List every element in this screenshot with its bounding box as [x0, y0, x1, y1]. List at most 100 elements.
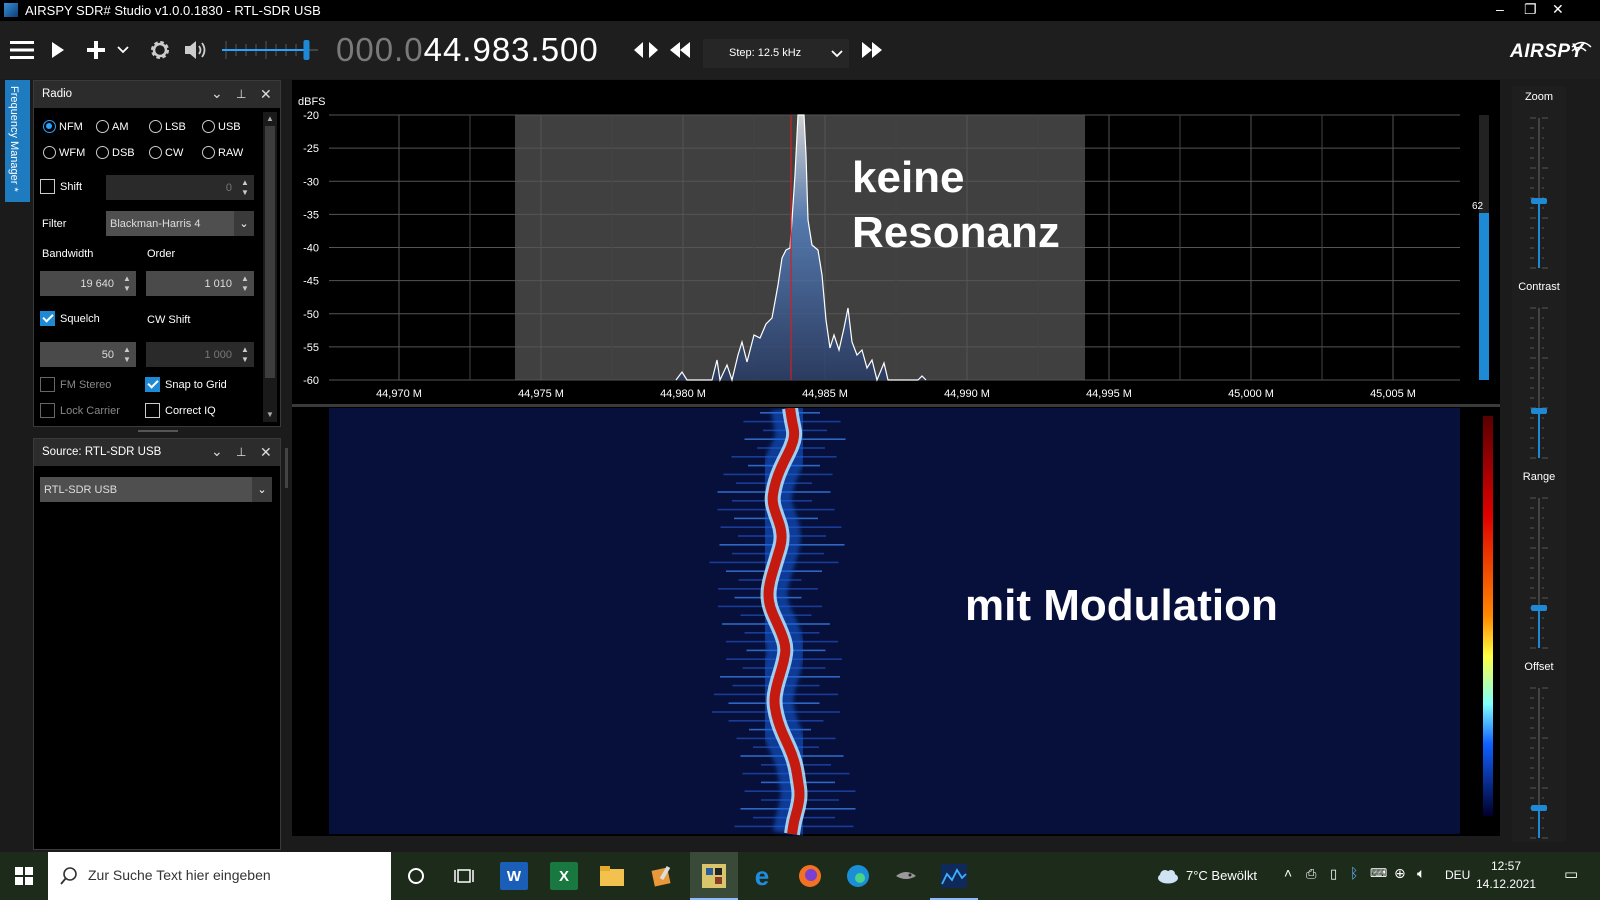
- zoom-slider-thumb[interactable]: [1531, 198, 1547, 204]
- shift-input[interactable]: 0 ▲ ▼: [106, 175, 254, 200]
- clock-time[interactable]: 12:57: [1480, 859, 1532, 873]
- vertical-splitter[interactable]: [285, 448, 288, 488]
- chevron-up-icon[interactable]: ˄: [1284, 865, 1292, 881]
- notification-icon[interactable]: ▭: [1564, 865, 1578, 883]
- scroll-up-icon[interactable]: ▲: [266, 114, 274, 123]
- device-icon[interactable]: ▯: [1330, 866, 1337, 882]
- mode-radio-raw[interactable]: RAW: [202, 146, 243, 159]
- frequency-digits: 44.983.500: [423, 31, 599, 68]
- task-view-icon[interactable]: [450, 862, 478, 890]
- sdr-tool-app-icon[interactable]: [700, 862, 728, 890]
- y-tick-label: -40: [303, 243, 319, 255]
- offset-slider-thumb[interactable]: [1531, 805, 1547, 811]
- order-input[interactable]: 1 010 ▲ ▼: [146, 271, 254, 296]
- speaker-icon[interactable]: [182, 21, 210, 79]
- menu-icon[interactable]: [8, 21, 36, 79]
- language-indicator[interactable]: DEU: [1445, 868, 1470, 882]
- mode-label: RAW: [218, 146, 244, 159]
- step-back-icon[interactable]: [668, 21, 694, 79]
- spin-up-icon[interactable]: ▲: [123, 274, 133, 283]
- word-app-icon[interactable]: W: [500, 862, 528, 890]
- pin-icon[interactable]: ⊥: [236, 87, 246, 101]
- bandwidth-input[interactable]: 19 640 ▲ ▼: [40, 271, 136, 296]
- volume-tray-icon[interactable]: 🔈︎: [1417, 865, 1425, 882]
- file-explorer-icon[interactable]: [598, 862, 626, 890]
- spin-up-icon[interactable]: ▲: [123, 345, 133, 354]
- cwshift-input[interactable]: 1 000 ▲ ▼: [146, 342, 254, 367]
- edge-legacy-icon[interactable]: e: [748, 861, 776, 891]
- airspy-taskbar-icon[interactable]: [940, 862, 968, 890]
- bluetooth-icon[interactable]: ᛒ: [1350, 865, 1358, 881]
- meet-now-icon[interactable]: ⎙: [1306, 866, 1316, 882]
- frequency-display[interactable]: 000.044.983.500: [336, 31, 599, 69]
- close-panel-icon[interactable]: ✕: [260, 444, 272, 461]
- paint-app-icon[interactable]: [648, 862, 676, 890]
- spectrum-waterfall-splitter[interactable]: [292, 404, 1500, 407]
- minimize-button[interactable]: –: [1496, 1, 1504, 17]
- shift-checkbox[interactable]: Shift: [40, 179, 82, 194]
- lock-carrier-checkbox[interactable]: Lock Carrier: [40, 403, 120, 418]
- gear-icon[interactable]: [147, 21, 173, 79]
- radio-panel-header: Radio ⌄ ⊥ ✕: [34, 81, 280, 108]
- firefox-icon[interactable]: [796, 862, 824, 890]
- x-tick-label: 44,975 M: [518, 388, 564, 400]
- correct-iq-checkbox[interactable]: Correct IQ: [145, 403, 216, 418]
- collapse-icon[interactable]: ⌄: [211, 85, 223, 102]
- scrollbar-thumb[interactable]: [265, 126, 275, 378]
- edge-icon[interactable]: [844, 862, 872, 890]
- radio-panel-scrollbar[interactable]: ▲ ▼: [263, 112, 277, 422]
- frequency-manager-tab[interactable]: Frequency Manager *: [5, 80, 30, 202]
- weather-text[interactable]: 7°C Bewölkt: [1186, 868, 1257, 883]
- step-selector[interactable]: Step: 12.5 kHz: [703, 39, 849, 68]
- snap-to-grid-checkbox[interactable]: Snap to Grid: [145, 377, 227, 392]
- mode-radio-lsb[interactable]: LSB: [149, 120, 186, 133]
- excel-app-icon[interactable]: X: [550, 862, 578, 890]
- source-device-select[interactable]: RTL-SDR USB ⌄: [40, 477, 272, 502]
- mode-radio-nfm[interactable]: NFM: [43, 120, 83, 133]
- network-globe-icon[interactable]: ⊕: [1394, 865, 1406, 882]
- contrast-slider-thumb[interactable]: [1531, 408, 1547, 414]
- spin-up-icon[interactable]: ▲: [241, 274, 251, 283]
- mode-label: WFM: [59, 146, 86, 159]
- spin-down-icon[interactable]: ▼: [123, 284, 133, 293]
- scroll-down-icon[interactable]: ▼: [266, 410, 274, 419]
- spin-up-icon[interactable]: ▲: [241, 345, 251, 354]
- pin-icon[interactable]: ⊥: [236, 445, 246, 459]
- keyboard-icon[interactable]: ⌨: [1370, 866, 1387, 880]
- spin-down-icon[interactable]: ▼: [241, 284, 251, 293]
- spin-down-icon[interactable]: ▼: [123, 355, 133, 364]
- mode-radio-wfm[interactable]: WFM: [43, 146, 85, 159]
- play-icon[interactable]: [47, 21, 69, 79]
- collapse-icon[interactable]: ⌄: [211, 443, 223, 460]
- clock-date[interactable]: 14.12.2021: [1470, 877, 1542, 891]
- splitter-handle[interactable]: [138, 430, 178, 432]
- squelch-input[interactable]: 50 ▲ ▼: [40, 342, 136, 367]
- mode-label: LSB: [165, 120, 186, 133]
- volume-slider[interactable]: [222, 35, 318, 65]
- waterfall-view[interactable]: mit Modulation: [292, 405, 1500, 837]
- mode-radio-usb[interactable]: USB: [202, 120, 241, 133]
- maximize-button[interactable]: ❐: [1524, 1, 1537, 18]
- cortana-icon[interactable]: [402, 862, 430, 890]
- app-bird-icon[interactable]: [892, 862, 920, 890]
- squelch-checkbox[interactable]: Squelch: [40, 311, 100, 326]
- close-panel-icon[interactable]: ✕: [260, 86, 272, 103]
- taskbar-search-box[interactable]: Zur Suche Text hier eingeben: [48, 852, 391, 900]
- waterfall-annotation: mit Modulation: [965, 581, 1278, 630]
- center-tune-icon[interactable]: [632, 21, 660, 79]
- add-icon[interactable]: [84, 21, 108, 79]
- filter-select[interactable]: Blackman-Harris 4 ⌄: [106, 211, 254, 236]
- spin-down-icon[interactable]: ▼: [241, 188, 251, 197]
- range-slider-thumb[interactable]: [1531, 605, 1547, 611]
- step-forward-icon[interactable]: [858, 21, 884, 79]
- chevron-down-icon[interactable]: [116, 21, 130, 79]
- mode-radio-dsb[interactable]: DSB: [96, 146, 135, 159]
- mode-radio-cw[interactable]: CW: [149, 146, 183, 159]
- spin-down-icon[interactable]: ▼: [241, 355, 251, 364]
- close-window-button[interactable]: ✕: [1552, 1, 1564, 18]
- spectrum-view[interactable]: dBFS -20 -25 -30 -35 -40 -45 -50 -55 -60 44,970 …: [292, 80, 1500, 408]
- mode-radio-am[interactable]: AM: [96, 120, 129, 133]
- windows-start-icon[interactable]: [10, 862, 38, 890]
- fm-stereo-checkbox[interactable]: FM Stereo: [40, 377, 111, 392]
- spin-up-icon[interactable]: ▲: [241, 178, 251, 187]
